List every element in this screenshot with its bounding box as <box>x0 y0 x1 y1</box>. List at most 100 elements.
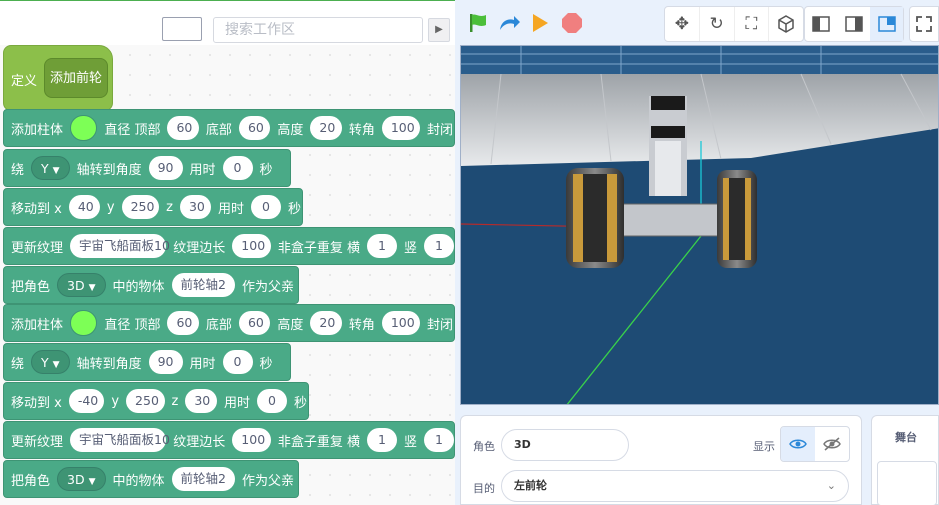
layout-small-stage-icon[interactable] <box>870 7 904 41</box>
block-text: 直径 顶部 <box>104 122 161 138</box>
block-text: 作为父亲 <box>241 473 294 489</box>
block-text: 高度 <box>277 317 304 333</box>
top-input[interactable]: 60 <box>167 116 199 140</box>
move-arrows-icon[interactable]: ✥ <box>665 7 700 41</box>
stage-thumbnail[interactable] <box>877 461 937 505</box>
x-input[interactable]: 40 <box>68 195 100 219</box>
turn-input[interactable]: 100 <box>381 311 420 335</box>
code-toolbar: 搜索工作区 ▶ <box>0 0 455 45</box>
role-dropdown[interactable]: 3D ▼ <box>57 273 106 297</box>
block-text: 秒 <box>287 201 301 217</box>
rerun-arrow-icon[interactable] <box>497 12 521 34</box>
block-text: 中的物体 <box>112 473 165 489</box>
move-to-block[interactable]: 移动到 x -40 y 250 z 30 用时 0 秒 <box>3 382 309 420</box>
play-icon[interactable] <box>530 12 550 34</box>
block-text: 绕 <box>11 356 25 372</box>
block-text: 秒 <box>293 395 307 411</box>
define-hat-block[interactable]: 定义 添加前轮 <box>3 45 113 111</box>
turn-input[interactable]: 100 <box>381 116 420 140</box>
green-flag-icon[interactable] <box>467 12 489 34</box>
procedure-name[interactable]: 添加前轮 <box>44 58 108 98</box>
block-text: 秒 <box>259 162 273 178</box>
block-text: 添加柱体 <box>11 122 64 138</box>
edge-input[interactable]: 100 <box>232 234 271 258</box>
target-select[interactable]: 左前轮 ⌄ <box>501 470 849 502</box>
role-name-input[interactable]: 3D <box>501 429 629 461</box>
chevron-down-icon: ⌄ <box>826 479 836 492</box>
rotate-block[interactable]: 绕 Y ▼ 轴转到角度 90 用时 0 秒 <box>3 343 291 381</box>
eye-hidden-icon[interactable] <box>815 427 849 461</box>
vertical-input[interactable]: 1 <box>424 428 454 452</box>
color-picker[interactable] <box>70 310 98 336</box>
texture-input[interactable]: 宇宙飞船面板10 <box>70 234 170 258</box>
top-input[interactable]: 60 <box>167 311 199 335</box>
color-picker[interactable] <box>70 115 98 141</box>
search-workspace-input[interactable]: 搜索工作区 <box>213 17 423 43</box>
block-text: 底部 <box>205 122 232 138</box>
role-dropdown[interactable]: 3D ▼ <box>57 467 106 491</box>
code-workspace[interactable]: 定义 添加前轮 添加柱体 直径 顶部 60 底部 60 高度 20 转角 100… <box>0 45 455 505</box>
bottom-input[interactable]: 60 <box>238 311 271 335</box>
texture-input[interactable]: 宇宙飞船面板10 <box>70 428 170 452</box>
z-input[interactable]: 30 <box>179 195 211 219</box>
time-input[interactable]: 0 <box>256 389 287 413</box>
block-text: 用时 <box>217 201 244 217</box>
object-input[interactable]: 前轮轴2 <box>171 467 235 491</box>
move-to-block[interactable]: 移动到 x 40 y 250 z 30 用时 0 秒 <box>3 188 303 226</box>
stop-icon[interactable] <box>561 12 583 34</box>
angle-input[interactable]: 90 <box>148 156 183 180</box>
y-input[interactable]: 250 <box>121 195 160 219</box>
dropdown-arrow-icon: ▼ <box>88 477 96 487</box>
add-cylinder-block[interactable]: 添加柱体 直径 顶部 60 底部 60 高度 20 转角 100 封闭 <box>3 109 455 147</box>
add-cylinder-block[interactable]: 添加柱体 直径 顶部 60 底部 60 高度 20 转角 100 封闭 <box>3 304 455 342</box>
show-label: 显示 <box>753 440 775 453</box>
rotate-icon[interactable]: ↻ <box>700 7 735 41</box>
block-text: 更新纹理 <box>11 240 64 256</box>
define-label: 定义 <box>11 74 38 89</box>
block-text: 直径 顶部 <box>104 317 161 333</box>
block-text: 纹理边长 <box>173 434 226 450</box>
eye-icon[interactable] <box>781 427 815 461</box>
object-input[interactable]: 前轮轴2 <box>171 273 235 297</box>
update-texture-block[interactable]: 更新纹理 宇宙飞船面板10 纹理边长 100 非盒子重复 横 1 竖 1 <box>3 227 455 265</box>
scale-icon[interactable]: ⛶ <box>735 7 770 41</box>
role-label: 角色 <box>473 440 495 453</box>
3d-stage-canvas[interactable] <box>460 45 939 405</box>
time-input[interactable]: 0 <box>250 195 281 219</box>
layout-toolbar <box>804 6 904 42</box>
block-text: 非盒子重复 横 <box>277 240 360 256</box>
axis-value: Y <box>41 355 49 370</box>
layout-right-icon[interactable] <box>838 7 871 41</box>
time-input[interactable]: 0 <box>222 156 253 180</box>
height-input[interactable]: 20 <box>310 116 342 140</box>
layout-left-icon[interactable] <box>805 7 838 41</box>
fullscreen-icon[interactable] <box>909 6 939 42</box>
update-texture-block[interactable]: 更新纹理 宇宙飞船面板10 纹理边长 100 非盒子重复 横 1 竖 1 <box>3 421 455 459</box>
time-input[interactable]: 0 <box>222 350 253 374</box>
edge-input[interactable]: 100 <box>232 428 271 452</box>
block-text: 高度 <box>277 122 304 138</box>
angle-input[interactable]: 90 <box>148 350 183 374</box>
expand-arrow-button[interactable]: ▶ <box>428 18 450 42</box>
block-text: 用时 <box>189 356 216 372</box>
z-input[interactable]: 30 <box>185 389 217 413</box>
x-input[interactable]: -40 <box>68 389 105 413</box>
cube-icon[interactable] <box>769 7 803 41</box>
horizontal-input[interactable]: 1 <box>366 428 397 452</box>
bottom-input[interactable]: 60 <box>238 116 271 140</box>
stage-panel[interactable]: 舞台 <box>871 415 939 505</box>
vertical-input[interactable]: 1 <box>424 234 454 258</box>
set-parent-block[interactable]: 把角色 3D ▼ 中的物体 前轮轴2 作为父亲 <box>3 266 299 304</box>
horizontal-input[interactable]: 1 <box>366 234 397 258</box>
block-text: 移动到 x <box>11 395 62 411</box>
axis-dropdown[interactable]: Y ▼ <box>31 156 70 180</box>
rotate-block[interactable]: 绕 Y ▼ 轴转到角度 90 用时 0 秒 <box>3 149 291 187</box>
axis-dropdown[interactable]: Y ▼ <box>31 350 70 374</box>
y-input[interactable]: 250 <box>126 389 165 413</box>
zoom-box[interactable] <box>162 17 202 41</box>
stage-scene <box>461 46 938 404</box>
height-input[interactable]: 20 <box>310 311 342 335</box>
block-text: 更新纹理 <box>11 434 64 450</box>
set-parent-block[interactable]: 把角色 3D ▼ 中的物体 前轮轴2 作为父亲 <box>3 460 299 498</box>
target-value: 左前轮 <box>514 479 547 492</box>
